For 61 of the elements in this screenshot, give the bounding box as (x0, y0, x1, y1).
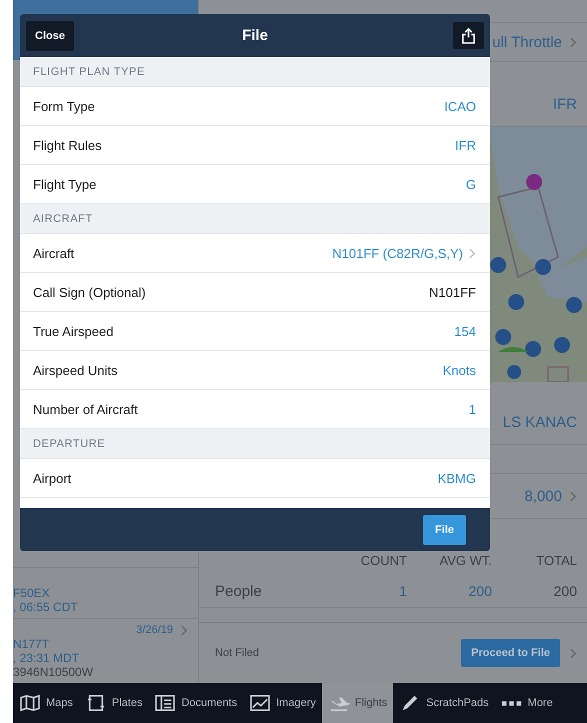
chevron-icon (181, 624, 188, 636)
tab[interactable]: Imagery (243, 683, 322, 723)
dialog-title: File (242, 27, 268, 44)
flight-detail: N177T (13, 637, 50, 651)
chevron-icon (570, 36, 577, 48)
imagery-icon (249, 694, 272, 712)
field-label: Call Sign (Optional) (33, 284, 147, 300)
field-label: Airspeed Units (33, 362, 119, 378)
flight-detail: 3946N10500W (13, 665, 94, 679)
field-label: Number of Aircraft (33, 402, 139, 416)
column-header: TOTAL (535, 552, 577, 568)
close-button[interactable]: Close (26, 20, 74, 50)
file-button[interactable]: File (423, 514, 466, 544)
map-icon (19, 694, 41, 712)
field-label: Flight Type (33, 176, 98, 192)
field-value[interactable]: 1 (468, 402, 476, 416)
tab[interactable]: Maps (13, 683, 79, 723)
tab[interactable]: ScratchPads (393, 683, 495, 723)
flight-detail: F50EX (13, 586, 51, 600)
field-label: True Airspeed (33, 324, 114, 338)
field-value[interactable]: N101FF (C82R/G,S,Y) (332, 246, 463, 260)
section-header: FLIGHT PLAN TYPE (33, 66, 145, 78)
table-cell-text: 200 (468, 583, 492, 599)
flight-rules-value[interactable]: IFR (552, 96, 577, 112)
section-header: DEPARTURE (33, 438, 106, 450)
approach-value[interactable]: LS KANAC (502, 414, 577, 430)
field-value[interactable]: IFR (455, 138, 476, 152)
field-label: Aircraft (33, 246, 76, 260)
flight-date: 3/26/19 (136, 624, 173, 636)
column-header: AVG WT. (438, 552, 492, 568)
field-label: Flight Rules (33, 138, 103, 152)
field-label: Form Type (33, 98, 96, 114)
share-button[interactable] (453, 22, 484, 49)
more-icon (500, 700, 523, 706)
field-value[interactable]: KBMG (438, 470, 476, 486)
tab[interactable]: Documents (148, 683, 244, 723)
column-header: COUNT (360, 552, 407, 568)
field-value[interactable]: ICAO (444, 98, 476, 114)
row-label: People (215, 582, 263, 600)
chevron-icon (570, 648, 577, 658)
chevron-icon (469, 248, 476, 258)
route-value[interactable]: ull Throttle (492, 34, 562, 50)
filing-status: Not Filed (215, 647, 260, 659)
table-cell-text: 1 (398, 583, 407, 599)
tab[interactable]: Plates (78, 683, 148, 723)
section-header: AIRCRAFT (33, 212, 93, 224)
flight-detail: , 23:31 MDT (13, 651, 80, 665)
altitude-value[interactable]: 8,000 (524, 488, 562, 504)
chevron-icon (570, 490, 577, 502)
field-value[interactable]: N101FF (429, 284, 476, 300)
documents-icon (154, 694, 176, 712)
tab[interactable]: Flights (322, 683, 394, 723)
flight-detail: , 06:55 CDT (13, 600, 79, 614)
field-value[interactable]: Knots (442, 362, 476, 378)
field-value[interactable]: G (466, 176, 476, 192)
proceed-button[interactable]: Proceed to File (461, 639, 560, 667)
field-label: Airport (33, 470, 72, 486)
share-icon (461, 27, 476, 44)
tab[interactable]: More (494, 683, 559, 723)
field-value[interactable]: 154 (454, 324, 476, 338)
table-cell-text: 200 (552, 583, 577, 599)
